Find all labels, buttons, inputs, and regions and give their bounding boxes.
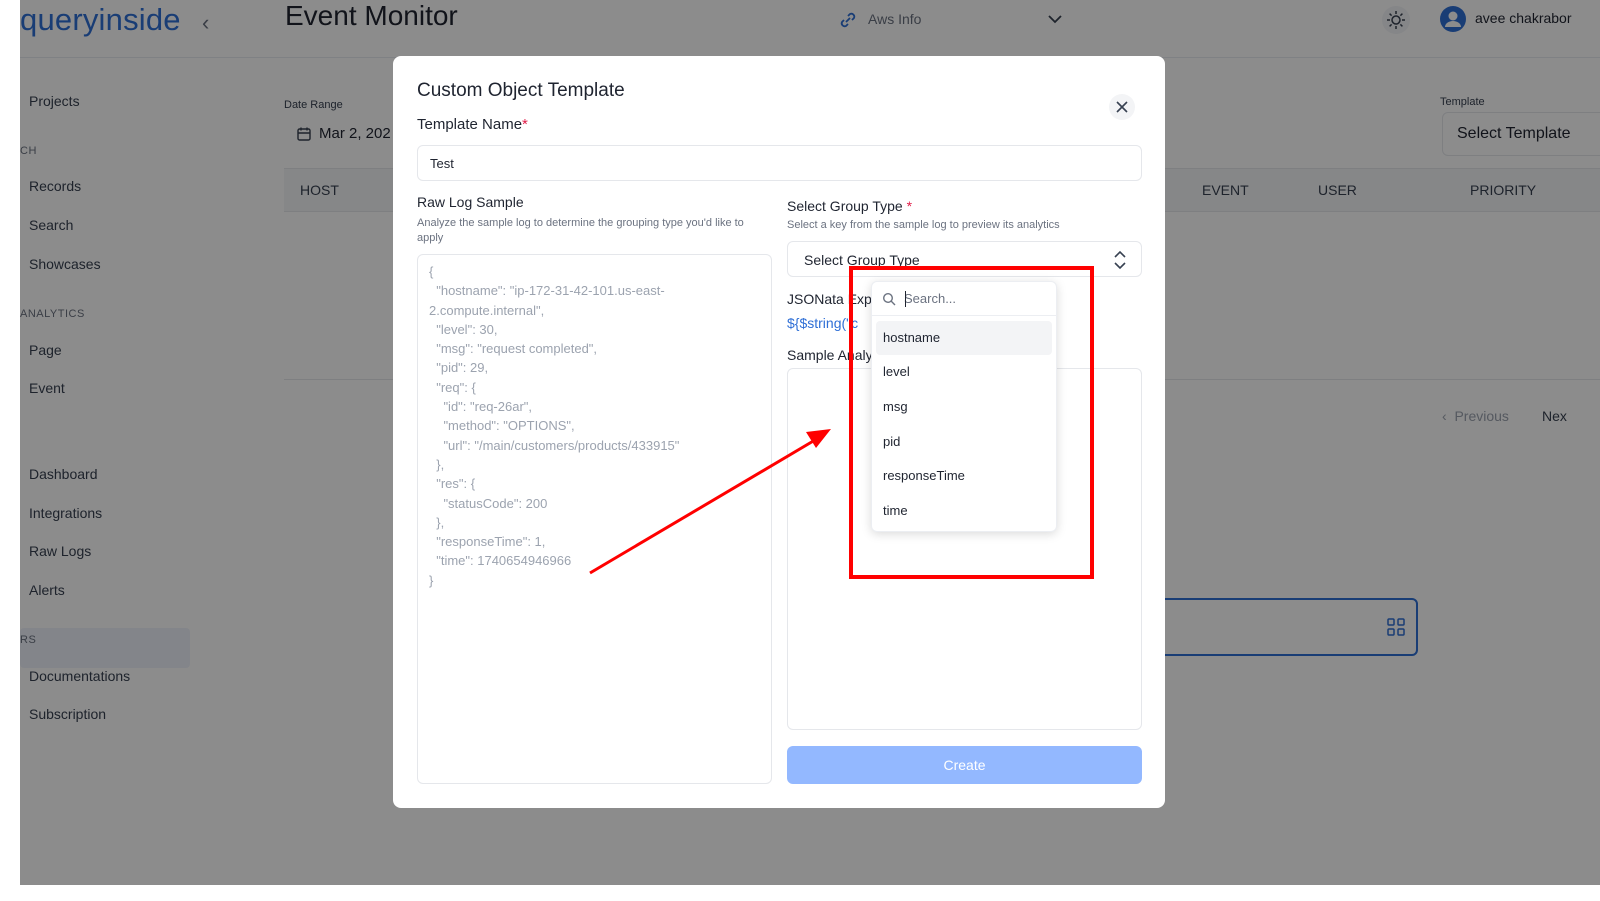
- create-button[interactable]: Create: [787, 746, 1142, 784]
- app-window: queryinside ‹ Event Monitor Aws Info ave…: [20, 0, 1600, 885]
- template-name-input[interactable]: [417, 145, 1142, 181]
- annotation-highlight-box: [849, 266, 1094, 579]
- raw-log-sample-label: Raw Log Sample: [417, 194, 524, 210]
- required-mark: *: [522, 116, 528, 133]
- group-type-label: Select Group Type *: [787, 198, 912, 214]
- modal-title: Custom Object Template: [417, 80, 625, 101]
- raw-log-sample-code: { "hostname": "ip-172-31-42-101.us-east-…: [429, 264, 680, 588]
- jsonata-expression-value: ${$string("c: [787, 315, 859, 331]
- chevron-up-down-icon: [1114, 250, 1126, 270]
- group-type-help: Select a key from the sample log to prev…: [787, 219, 1060, 231]
- template-name-label: Template Name*: [417, 116, 528, 133]
- template-name-label-text: Template Name: [417, 116, 523, 133]
- close-icon: [1116, 101, 1128, 113]
- raw-log-sample-help: Analyze the sample log to determine the …: [417, 217, 744, 244]
- close-button[interactable]: [1109, 94, 1135, 120]
- required-mark: *: [906, 198, 913, 214]
- group-type-label-text: Select Group Type: [787, 198, 903, 214]
